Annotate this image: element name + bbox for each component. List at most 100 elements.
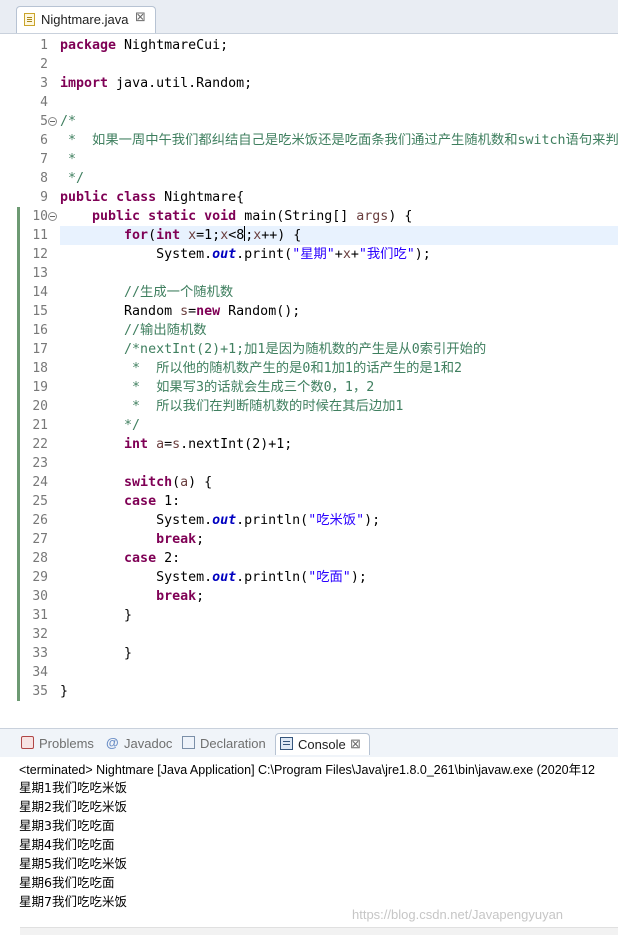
line-number: 12 xyxy=(32,247,48,262)
code-text[interactable]: package NightmareCui; import java.util.Ra… xyxy=(60,36,618,701)
tab-javadoc[interactable]: @ Javadoc xyxy=(106,733,176,755)
line-number: 34 xyxy=(32,665,48,680)
code-line[interactable]: for(int x=1;x<8;x++) { xyxy=(60,226,618,245)
code-token: switch xyxy=(124,475,173,490)
code-token: ); xyxy=(364,513,381,528)
code-line[interactable]: * 如果写3的话就会生成三个数0，1，2 xyxy=(60,378,618,397)
code-token: 2: xyxy=(156,551,181,566)
line-number: 6 xyxy=(40,133,48,148)
code-token: a xyxy=(156,437,165,452)
console-line: 星期7我们吃吃米饭 xyxy=(19,894,127,909)
code-line[interactable]: switch(a) { xyxy=(60,473,618,492)
code-line[interactable]: /* xyxy=(60,112,618,131)
code-editor[interactable]: 1 2 3 4 5 6 7 8 9 10 11 12 13 14 15 16 17 18 19 20 21 22 23 24 2… xyxy=(0,34,618,705)
console-view[interactable]: <terminated> Nightmare [Java Application… xyxy=(0,757,618,935)
code-token: ); xyxy=(350,570,367,585)
line-number: 20 xyxy=(32,399,48,414)
close-icon[interactable]: ⊠ xyxy=(135,10,146,25)
tab-problems[interactable]: Problems xyxy=(21,733,99,755)
code-line[interactable]: Random s=new Random(); xyxy=(60,302,618,321)
code-line[interactable]: * 所以我们在判断随机数的时候在其后边加1 xyxy=(60,397,618,416)
code-token: .print( xyxy=(236,247,293,262)
editor-tab-bar: Nightmare.java ⊠ xyxy=(0,0,618,34)
code-line[interactable]: */ xyxy=(60,416,618,435)
code-line[interactable]: //生成一个随机数 xyxy=(60,283,618,302)
code-token: ++) { xyxy=(261,228,302,243)
line-number: 16 xyxy=(32,323,48,338)
code-line[interactable]: /*nextInt(2)+1;加1是因为随机数的产生是从0索引开始的 xyxy=(60,340,618,359)
code-token: //生成一个随机数 xyxy=(124,285,234,300)
code-line[interactable]: //输出随机数 xyxy=(60,321,618,340)
code-line[interactable]: * 所以他的随机数产生的是0和1加1的话产生的是1和2 xyxy=(60,359,618,378)
code-line[interactable]: * 如果一周中午我们都纠结自己是吃米饭还是吃面条我们通过产生随机数和switch… xyxy=(60,131,618,150)
code-line[interactable]: package NightmareCui; xyxy=(60,36,618,55)
code-token: case xyxy=(124,551,157,566)
tab-label: Problems xyxy=(39,736,94,751)
code-token: System. xyxy=(60,570,213,585)
code-line[interactable]: public class Nightmare{ xyxy=(60,188,618,207)
console-horizontal-scrollbar[interactable] xyxy=(20,927,618,935)
tab-label: Declaration xyxy=(200,736,266,751)
code-token: 1: xyxy=(156,494,181,509)
code-token: s xyxy=(180,304,189,319)
editor-tab-label: Nightmare.java xyxy=(41,12,129,27)
code-line[interactable]: break; xyxy=(60,530,618,549)
console-line: 星期6我们吃吃面 xyxy=(19,875,115,890)
close-icon[interactable]: ⊠ xyxy=(350,736,361,752)
code-token: System. xyxy=(60,247,213,262)
line-number: 26 xyxy=(32,513,48,528)
line-number: 22 xyxy=(32,437,48,452)
code-line[interactable]: case 1: xyxy=(60,492,618,511)
console-line: 星期5我们吃吃米饭 xyxy=(19,856,127,871)
code-token: /* xyxy=(60,114,77,129)
code-line[interactable]: */ xyxy=(60,169,618,188)
code-line[interactable]: int a=s.nextInt(2)+1; xyxy=(60,435,618,454)
code-line[interactable] xyxy=(60,264,618,283)
code-line[interactable]: System.out.println("吃米饭"); xyxy=(60,511,618,530)
code-line[interactable]: case 2: xyxy=(60,549,618,568)
line-number: 19 xyxy=(32,380,48,395)
code-token: */ xyxy=(60,418,141,433)
code-token: <8 xyxy=(228,228,245,243)
tab-declaration[interactable]: Declaration xyxy=(182,733,272,755)
code-line[interactable] xyxy=(60,663,618,682)
code-token: Random(); xyxy=(220,304,301,319)
code-line[interactable]: * xyxy=(60,150,618,169)
editor-tab-nightmare-java[interactable]: Nightmare.java ⊠ xyxy=(16,6,156,33)
line-number: 32 xyxy=(32,627,48,642)
code-line[interactable]: System.out.print("星期"+x+"我们吃"); xyxy=(60,245,618,264)
code-line[interactable]: break; xyxy=(60,587,618,606)
code-line[interactable] xyxy=(60,93,618,112)
code-token: break xyxy=(156,532,197,547)
fold-toggle-icon[interactable] xyxy=(48,212,57,221)
code-line[interactable]: System.out.println("吃面"); xyxy=(60,568,618,587)
fold-toggle-icon[interactable] xyxy=(48,117,57,126)
code-line[interactable] xyxy=(60,454,618,473)
code-line[interactable]: } xyxy=(60,644,618,663)
code-line[interactable]: public static void main(String[] args) { xyxy=(60,207,618,226)
code-token: int xyxy=(124,437,149,452)
code-token: "吃面" xyxy=(308,570,351,585)
code-line[interactable] xyxy=(60,55,618,74)
code-line[interactable]: } xyxy=(60,682,618,701)
code-token: * 所以他的随机数产生的是0和1加1的话产生的是1和2 xyxy=(60,361,463,376)
tab-console[interactable]: Console ⊠ xyxy=(275,733,370,755)
code-token: ) { xyxy=(188,475,213,490)
line-number: 21 xyxy=(32,418,48,433)
code-token: new xyxy=(196,304,221,319)
code-line[interactable] xyxy=(60,625,618,644)
code-line[interactable]: } xyxy=(60,606,618,625)
code-token: int xyxy=(156,228,181,243)
code-line[interactable]: import java.util.Random; xyxy=(60,74,618,93)
